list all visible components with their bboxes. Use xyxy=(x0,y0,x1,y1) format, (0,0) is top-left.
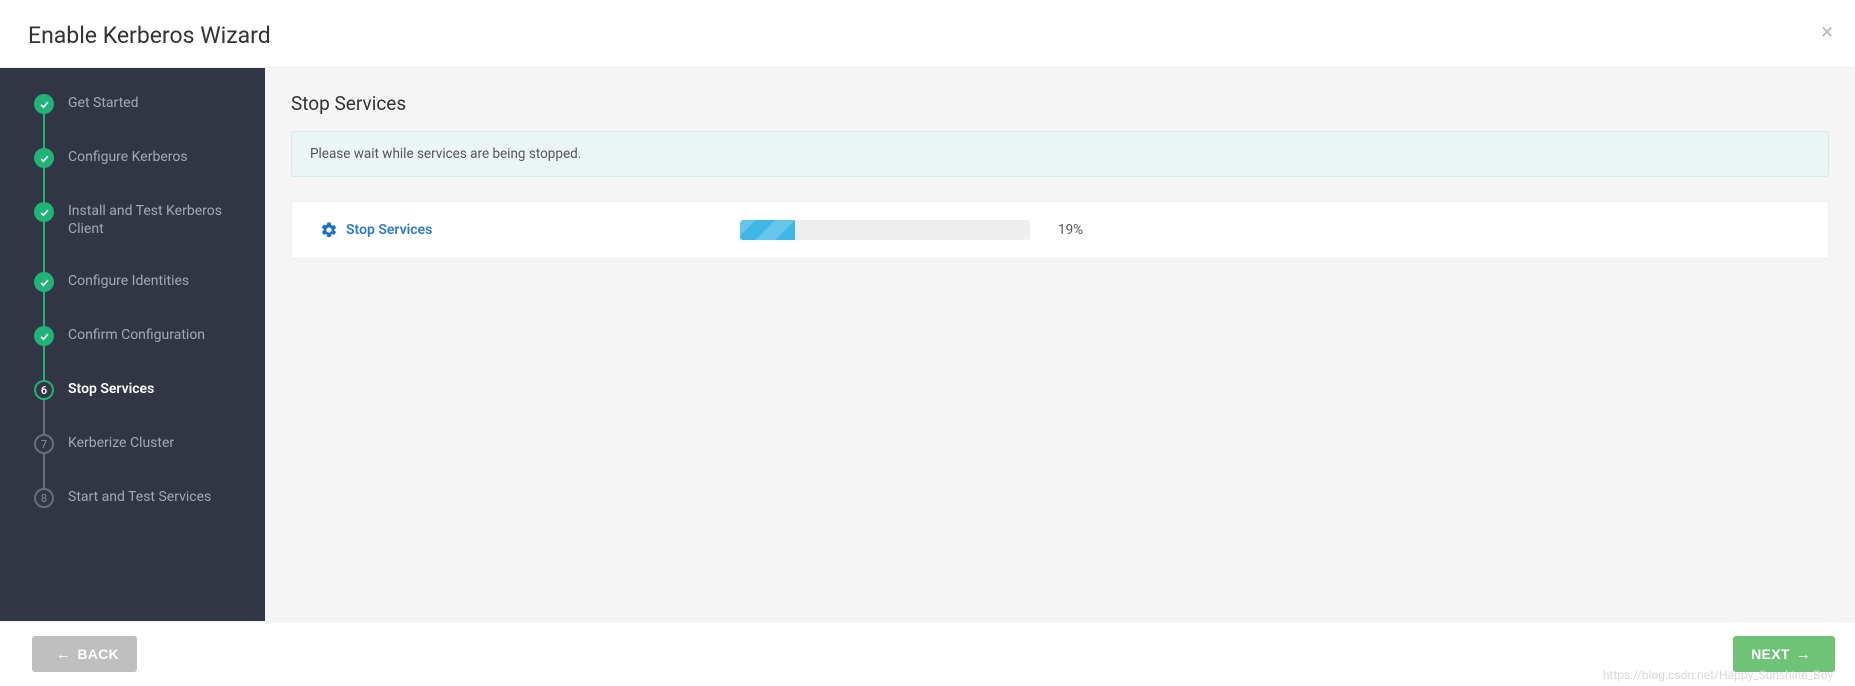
step-install-test-client[interactable]: Install and Test Kerberos Client xyxy=(34,202,247,272)
wizard-sidebar: Get Started Configure Kerberos Install a… xyxy=(0,68,265,621)
kerberos-wizard-modal: Enable Kerberos Wizard × Get Started Con… xyxy=(0,0,1855,686)
step-label: Install and Test Kerberos Client xyxy=(68,202,238,238)
task-link[interactable]: Stop Services xyxy=(346,222,432,238)
wizard-steps: Get Started Configure Kerberos Install a… xyxy=(34,94,247,508)
step-number-badge: 7 xyxy=(34,434,54,454)
check-icon xyxy=(34,202,54,222)
step-label: Configure Identities xyxy=(68,272,189,291)
gear-icon xyxy=(320,221,338,239)
step-confirm-configuration[interactable]: Confirm Configuration xyxy=(34,326,247,380)
step-kerberize-cluster[interactable]: 7 Kerberize Cluster xyxy=(34,434,247,488)
step-label: Stop Services xyxy=(68,380,154,399)
back-button[interactable]: ← BACK xyxy=(32,636,137,672)
step-stop-services[interactable]: 6 Stop Services xyxy=(34,380,247,434)
wizard-main: Stop Services Please wait while services… xyxy=(265,68,1855,621)
back-button-label: BACK xyxy=(77,646,119,662)
close-icon[interactable]: × xyxy=(1821,22,1833,44)
step-label: Start and Test Services xyxy=(68,488,211,507)
check-icon xyxy=(34,326,54,346)
check-icon xyxy=(34,148,54,168)
progress-bar-fill xyxy=(740,220,795,240)
step-label: Configure Kerberos xyxy=(68,148,188,167)
next-button[interactable]: NEXT → xyxy=(1733,636,1835,672)
page-title: Stop Services xyxy=(291,92,1829,115)
modal-header: Enable Kerberos Wizard × xyxy=(0,0,1855,68)
step-get-started[interactable]: Get Started xyxy=(34,94,247,148)
step-label: Get Started xyxy=(68,94,139,113)
step-number-badge: 8 xyxy=(34,488,54,508)
progress-bar-track xyxy=(740,220,1030,240)
step-label: Kerberize Cluster xyxy=(68,434,174,453)
task-panel: Stop Services 19% xyxy=(291,201,1829,259)
arrow-left-icon: ← xyxy=(56,646,71,663)
next-button-label: NEXT xyxy=(1751,646,1790,662)
task-link-wrap: Stop Services xyxy=(320,221,740,239)
arrow-right-icon: → xyxy=(1796,646,1811,663)
step-start-test-services[interactable]: 8 Start and Test Services xyxy=(34,488,247,508)
step-configure-identities[interactable]: Configure Identities xyxy=(34,272,247,326)
check-icon xyxy=(34,272,54,292)
info-banner: Please wait while services are being sto… xyxy=(291,131,1829,177)
step-number-badge: 6 xyxy=(34,380,54,400)
modal-body: Get Started Configure Kerberos Install a… xyxy=(0,68,1855,621)
step-configure-kerberos[interactable]: Configure Kerberos xyxy=(34,148,247,202)
modal-title: Enable Kerberos Wizard xyxy=(28,22,1827,49)
progress-percentage: 19% xyxy=(1058,222,1083,238)
modal-footer: ← BACK NEXT → xyxy=(0,621,1855,686)
step-label: Confirm Configuration xyxy=(68,326,205,345)
check-icon xyxy=(34,94,54,114)
